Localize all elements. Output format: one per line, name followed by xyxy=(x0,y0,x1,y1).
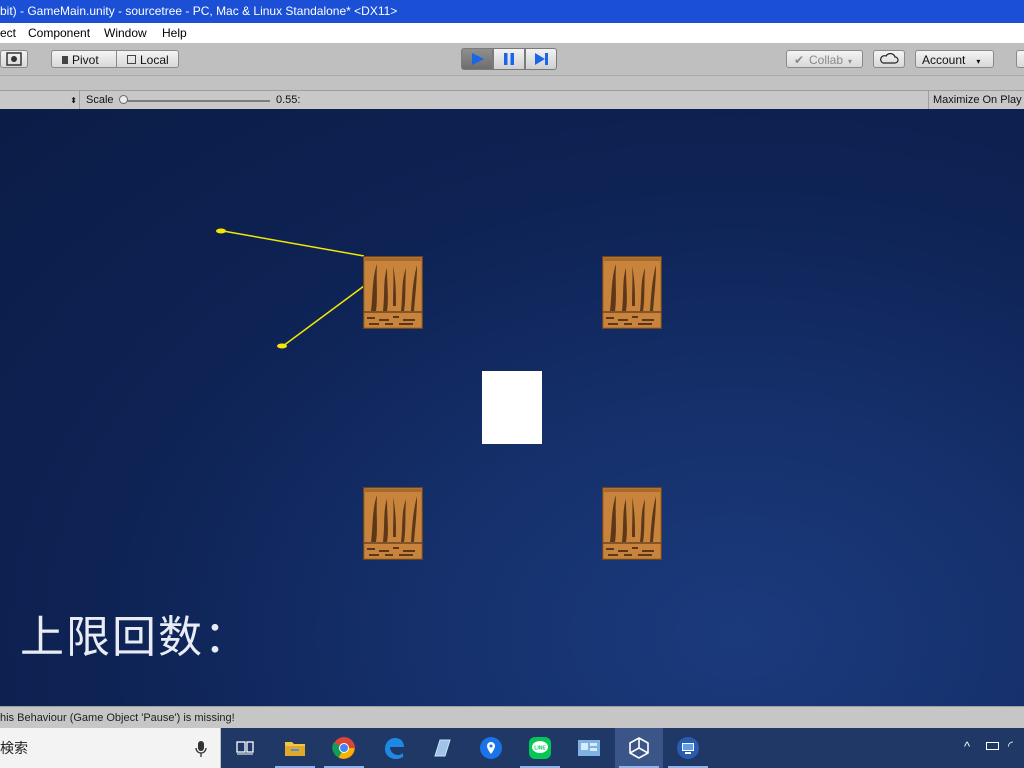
scale-value: 0.55: xyxy=(276,94,301,106)
step-icon xyxy=(535,53,548,65)
check-icon: ✔ xyxy=(794,53,805,67)
dropdown-arrow-icon: ⬍ xyxy=(70,96,77,105)
svg-text:LINE: LINE xyxy=(534,746,546,752)
main-toolbar: Pivot Local ✔ Collab ▾ Account ▾ xyxy=(0,43,1024,76)
crate-top-left xyxy=(362,255,424,330)
windows-taskbar: 検索 LINE ^ ◜ xyxy=(0,728,1024,768)
maps-icon[interactable] xyxy=(467,728,515,768)
cube-icon xyxy=(127,55,136,64)
system-tray: ^ ◜ xyxy=(954,728,1024,768)
pivot-label: Pivot xyxy=(72,53,99,67)
player-block xyxy=(482,371,542,444)
game-view-header: ⬍ Scale 0.55: Maximize On Play xyxy=(0,90,1024,111)
wifi-icon[interactable]: ◜ xyxy=(1008,738,1013,754)
cloud-button[interactable] xyxy=(873,50,905,68)
layers-button[interactable] xyxy=(1016,50,1024,68)
pause-button[interactable] xyxy=(493,48,525,70)
unity-icon[interactable] xyxy=(615,728,663,768)
rope-line-lower xyxy=(282,285,365,347)
task-view-icon[interactable] xyxy=(221,728,269,768)
crate-top-right xyxy=(601,255,663,330)
crate-bottom-right xyxy=(601,486,663,561)
taskbar-search-box[interactable]: 検索 xyxy=(0,728,221,768)
pivot-icon xyxy=(62,56,68,64)
search-placeholder: 検索 xyxy=(0,740,28,756)
limit-count-label: 上限回数： xyxy=(20,612,250,663)
anchor-point-upper xyxy=(216,228,226,234)
window-title-bar: bit) - GameMain.unity - sourcetree - PC,… xyxy=(0,0,1024,23)
collab-label: Collab xyxy=(809,53,844,67)
scale-slider-track[interactable] xyxy=(120,100,270,102)
account-label: Account xyxy=(922,53,966,67)
battery-icon[interactable] xyxy=(986,742,999,750)
local-label: Local xyxy=(140,53,169,67)
rope-line-upper xyxy=(222,230,365,257)
cloud-icon xyxy=(880,53,899,64)
dropdown-arrow-icon: ▾ xyxy=(976,57,981,66)
rect-tool-button[interactable] xyxy=(0,50,28,68)
menu-bar: ect Component Window Help xyxy=(0,23,1024,43)
local-button[interactable]: Local xyxy=(116,50,179,68)
chevron-up-icon[interactable]: ^ xyxy=(964,739,970,754)
display-dropdown[interactable]: ⬍ xyxy=(0,91,80,110)
step-button[interactable] xyxy=(525,48,557,70)
menu-item-help[interactable]: Help xyxy=(162,23,187,43)
account-button[interactable]: Account ▾ xyxy=(915,50,994,68)
anchor-point-lower xyxy=(277,343,287,349)
scale-slider-thumb[interactable] xyxy=(119,95,128,104)
microphone-icon[interactable] xyxy=(195,740,207,758)
chrome-icon[interactable] xyxy=(320,728,368,768)
app-generic-icon[interactable] xyxy=(418,728,466,768)
photos-app-icon[interactable] xyxy=(565,728,613,768)
maximize-on-play-button[interactable]: Maximize On Play xyxy=(928,91,1024,110)
scale-label: Scale xyxy=(86,94,114,106)
game-view[interactable]: 上限回数： xyxy=(0,109,1024,706)
menu-item-window[interactable]: Window xyxy=(104,23,147,43)
play-button[interactable] xyxy=(461,48,493,70)
line-icon[interactable]: LINE xyxy=(516,728,564,768)
rect-tool-icon xyxy=(6,52,22,66)
play-icon xyxy=(472,53,484,65)
pause-icon xyxy=(504,53,514,65)
file-explorer-icon[interactable] xyxy=(271,728,319,768)
console-message: his Behaviour (Game Object 'Pause') is m… xyxy=(0,712,235,724)
menu-item-component[interactable]: Component xyxy=(28,23,90,43)
collab-button[interactable]: ✔ Collab ▾ xyxy=(786,50,863,68)
dropdown-arrow-icon: ▾ xyxy=(848,57,853,66)
menu-item-project[interactable]: ect xyxy=(0,23,16,43)
crate-bottom-left xyxy=(362,486,424,561)
window-title: bit) - GameMain.unity - sourcetree - PC,… xyxy=(0,4,398,18)
pivot-button[interactable]: Pivot xyxy=(51,50,116,68)
edge-icon[interactable] xyxy=(370,728,418,768)
console-status-bar[interactable]: his Behaviour (Game Object 'Pause') is m… xyxy=(0,706,1024,729)
remote-desktop-icon[interactable] xyxy=(664,728,712,768)
